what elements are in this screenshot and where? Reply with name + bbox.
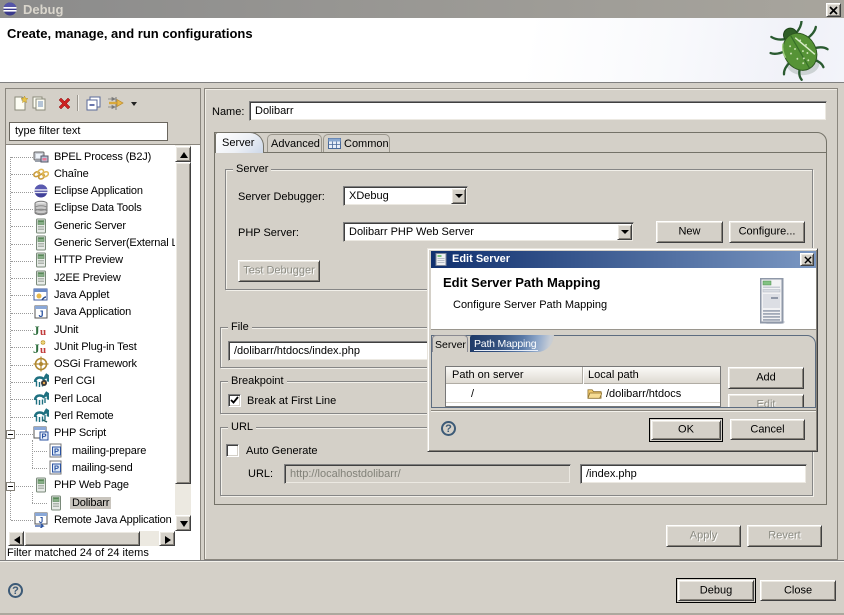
svg-text:J: J bbox=[33, 341, 40, 355]
svg-text:J: J bbox=[33, 323, 40, 338]
svg-text:J: J bbox=[38, 309, 43, 319]
svg-text:u: u bbox=[40, 326, 46, 338]
svg-text:P: P bbox=[54, 447, 59, 456]
svg-text:u: u bbox=[40, 344, 46, 355]
svg-text:P: P bbox=[54, 464, 59, 473]
svg-text:P: P bbox=[41, 432, 46, 441]
